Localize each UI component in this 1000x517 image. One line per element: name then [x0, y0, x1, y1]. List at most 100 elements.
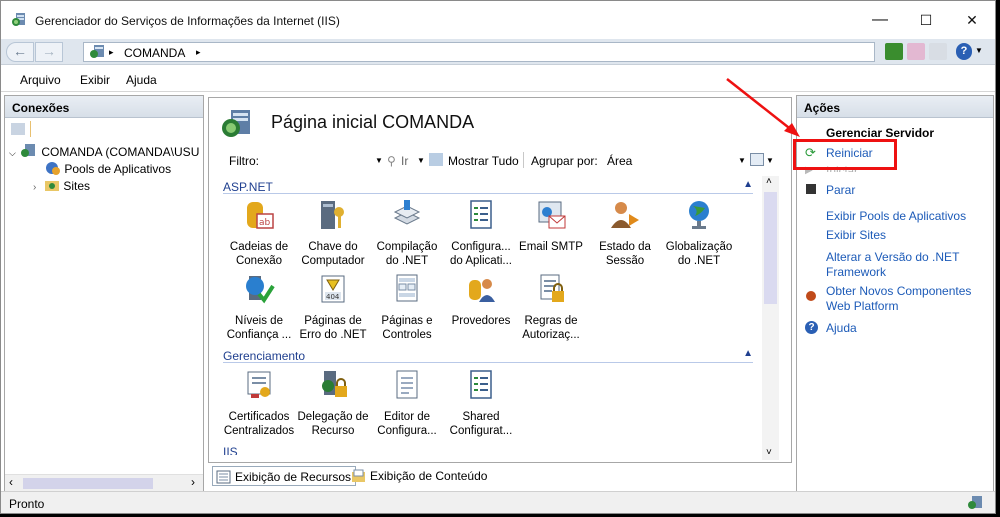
feature-shared-configuration[interactable]: Shared Configurat... [444, 368, 518, 438]
show-all-button[interactable]: Mostrar Tudo [448, 154, 519, 168]
filter-input[interactable] [273, 151, 373, 169]
feature-pages-controls[interactable]: Páginas e Controles [370, 272, 444, 342]
scroll-up-icon[interactable]: ˄ [766, 176, 772, 187]
action-stop[interactable]: Parar [826, 183, 855, 198]
tab-label: Exibição de Conteúdo [370, 469, 488, 483]
feature-authorization-rules[interactable]: Regras de Autorizaç... [514, 272, 588, 342]
feature-label: Estado da [599, 241, 651, 253]
action-help[interactable]: Ajuda [826, 321, 857, 336]
back-arrow-icon[interactable]: ← [6, 42, 34, 62]
feature-providers[interactable]: Provedores [444, 272, 518, 328]
go-button[interactable]: Ir [401, 154, 408, 168]
feature-trust-levels[interactable]: Níveis de Confiança ... [222, 272, 296, 342]
menu-exibir[interactable]: Exibir [80, 73, 110, 87]
address-bar: ← → ▸ COMANDA ▸ ? ▼ [1, 39, 995, 65]
compilation-icon [393, 200, 421, 225]
group-by-select[interactable]: Área [607, 154, 632, 168]
feature-config-editor[interactable]: Editor de Configura... [370, 368, 444, 438]
feature-label: Certificados [228, 411, 290, 423]
feature-label: Conexão [235, 255, 283, 267]
shared-config-icon [470, 370, 492, 399]
action-view-app-pools[interactable]: Exibir Pools de Aplicativos [826, 209, 966, 224]
collapse-icon[interactable]: ▲ [743, 179, 753, 190]
feature-centralized-certificates[interactable]: Certificados Centralizados [222, 368, 296, 438]
collapse-icon[interactable]: ▲ [743, 348, 753, 359]
tree-node-server[interactable]: ⌵ COMANDA (COMANDA\USU [9, 144, 201, 160]
stop-navigation-icon[interactable] [907, 43, 925, 60]
chevron-right-icon[interactable]: › [33, 182, 44, 193]
filter-divider [523, 152, 524, 168]
horizontal-scrollbar[interactable]: ‹ › [5, 474, 203, 491]
action-web-platform-line2[interactable]: Web Platform [826, 299, 898, 314]
menu-ajuda[interactable]: Ajuda [126, 73, 157, 87]
close-button[interactable]: ✕ [949, 1, 995, 39]
tab-content-view[interactable]: Exibição de Conteúdo [348, 466, 491, 486]
server-node-icon [90, 45, 104, 58]
feature-label: do .NET [677, 255, 721, 267]
chevron-down-icon[interactable]: ▼ [417, 156, 425, 165]
feature-globalization[interactable]: Globalização do .NET [662, 198, 736, 268]
breadcrumb-comanda[interactable]: COMANDA [124, 46, 185, 60]
home-icon[interactable] [929, 43, 947, 60]
feature-delegation[interactable]: Delegação de Recurso [296, 368, 370, 438]
feature-compilation[interactable]: Compilação do .NET [370, 198, 444, 268]
scrollbar-thumb[interactable] [23, 478, 153, 489]
toolbar-divider [30, 121, 31, 137]
scrollbar-thumb[interactable] [764, 192, 777, 304]
tab-features-view[interactable]: Exibição de Recursos [212, 466, 357, 486]
section-label: IIS [223, 445, 238, 455]
menu-arquivo[interactable]: Arquivo [20, 73, 61, 87]
feature-label: Computador [301, 255, 365, 267]
feature-machine-key[interactable]: Chave do Computador [296, 198, 370, 268]
view-icon[interactable] [750, 153, 764, 166]
vertical-scrollbar[interactable]: ˄ ˅ [762, 176, 779, 460]
annotation-highlight-box [793, 139, 897, 170]
tree-node-sites[interactable]: › Sites [33, 178, 90, 194]
section-header-gerenciamento[interactable]: Gerenciamento ▲ [223, 348, 753, 363]
tree-node-app-pools[interactable]: Pools de Aplicativos [45, 161, 171, 177]
refresh-connection-icon[interactable] [885, 43, 903, 60]
group-by-label: Agrupar por: [531, 154, 598, 168]
connect-icon[interactable] [11, 123, 25, 135]
features-view-icon [216, 470, 231, 484]
chevron-down-icon[interactable]: ▼ [738, 156, 746, 165]
forward-arrow-icon[interactable]: → [35, 42, 63, 62]
action-web-platform[interactable]: Obter Novos Componentes [826, 284, 971, 299]
chevron-down-icon[interactable]: ▼ [375, 156, 383, 165]
minimize-button[interactable]: — [857, 1, 903, 39]
scroll-left-icon[interactable]: ‹ [9, 475, 13, 489]
feature-connection-strings[interactable]: ab Cadeias de Conexão [222, 198, 296, 268]
feature-session-state[interactable]: Estado da Sessão [588, 198, 662, 268]
feature-label: Compilação [376, 241, 438, 253]
smtp-email-icon [538, 201, 566, 229]
action-change-dotnet-version-line2[interactable]: Framework [826, 265, 886, 280]
breadcrumb-separator-icon: ▸ [109, 47, 114, 57]
maximize-button[interactable]: ☐ [903, 1, 949, 39]
feature-error-pages[interactable]: 404 Páginas de Erro do .NET [296, 272, 370, 342]
chevron-down-icon[interactable]: ▼ [766, 156, 774, 165]
scroll-down-icon[interactable]: ˅ [766, 447, 772, 458]
section-header-iis[interactable]: IIS [223, 445, 753, 455]
error-pages-icon: 404 [321, 275, 345, 303]
section-label: ASP.NET [223, 180, 273, 194]
feature-label: Confiança ... [226, 329, 292, 341]
breadcrumb-separator-icon[interactable]: ▸ [196, 47, 201, 58]
action-view-sites[interactable]: Exibir Sites [826, 228, 886, 243]
scroll-right-icon[interactable]: › [191, 475, 195, 489]
window-title: Gerenciador do Serviços de Informações d… [35, 14, 340, 28]
action-change-dotnet-version[interactable]: Alterar a Versão do .NET [826, 250, 959, 265]
chevron-down-icon[interactable]: ⌵ [9, 148, 20, 159]
connections-toolbar [5, 118, 203, 140]
section-label: Gerenciamento [223, 349, 306, 363]
funnel-icon: ⚲ [387, 154, 396, 168]
feature-label: Controles [382, 329, 432, 341]
feature-label: do .NET [385, 255, 429, 267]
chevron-down-icon[interactable]: ▼ [975, 46, 983, 55]
section-header-aspnet[interactable]: ASP.NET ▲ [223, 179, 753, 194]
feature-app-settings[interactable]: Configura... do Aplicati... [444, 198, 518, 268]
help-toolbar-icon[interactable]: ? [956, 43, 972, 60]
feature-label: Centralizados [223, 425, 295, 437]
address-field[interactable]: ▸ COMANDA ▸ [83, 42, 875, 62]
server-status-icon [968, 496, 982, 509]
feature-smtp-email[interactable]: Email SMTP [514, 198, 588, 254]
